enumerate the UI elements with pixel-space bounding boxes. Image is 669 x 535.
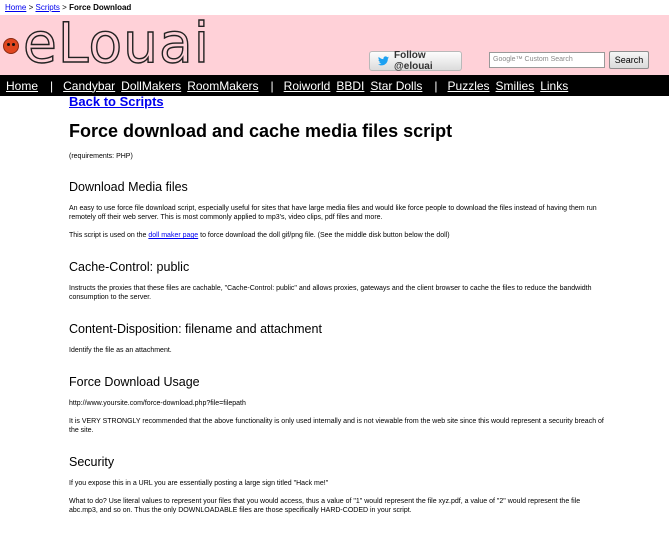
nav-separator: |: [50, 78, 54, 93]
page-title: Force download and cache media files scr…: [69, 121, 453, 141]
section-download-media: Download Media files An easy to use forc…: [69, 180, 605, 240]
section-paragraph: http://www.yoursite.com/force-download.p…: [69, 400, 246, 407]
nav-separator: |: [270, 78, 274, 93]
section-paragraph: An easy to use force file download scrip…: [69, 205, 597, 221]
nav-puzzles[interactable]: Puzzles: [448, 79, 490, 93]
section-paragraph: What to do? Use literal values to repres…: [69, 498, 581, 514]
section-security: Security If you expose this in a URL you…: [69, 455, 605, 515]
section-paragraph: This script is used on the doll maker pa…: [69, 231, 605, 240]
twitter-follow-button[interactable]: Follow @elouai: [369, 50, 462, 72]
main-content: Back to Scripts Force download and cache…: [69, 94, 605, 535]
section-heading: Security: [69, 455, 115, 469]
section-paragraph: Identify the file as an attachment.: [69, 347, 172, 354]
section-heading: Content-Disposition: filename and attach…: [69, 322, 322, 336]
nav-bbdi[interactable]: BBDI: [336, 79, 364, 93]
nav-dollmakers[interactable]: DollMakers: [121, 79, 181, 93]
logo-text: eLouai: [22, 11, 211, 75]
section-heading: Cache-Control: public: [69, 260, 190, 274]
nav-candybar[interactable]: Candybar: [63, 79, 115, 93]
nav-roiworld[interactable]: Roiworld: [284, 79, 331, 93]
smiley-face-icon: [3, 38, 19, 54]
site-header: eLouai Follow @elouai Google™ Custom Sea…: [0, 12, 669, 75]
search-input[interactable]: Google™ Custom Search: [489, 52, 605, 68]
doll-maker-page-link[interactable]: doll maker page: [148, 232, 198, 239]
nav-links[interactable]: Links: [540, 79, 568, 93]
nav-smilies[interactable]: Smilies: [496, 79, 535, 93]
follow-label: Follow @elouai: [394, 50, 433, 72]
nav-separator: |: [434, 78, 438, 93]
paragraph-text: This script is used on the: [69, 232, 149, 239]
section-heading: Force Download Usage: [69, 375, 200, 389]
twitter-bird-icon: [378, 56, 389, 66]
section-paragraph: If you expose this in a URL you are esse…: [69, 480, 329, 487]
back-to-scripts-link[interactable]: Back to Scripts: [69, 94, 605, 109]
search-button[interactable]: Search: [609, 51, 649, 69]
section-content-disposition: Content-Disposition: filename and attach…: [69, 322, 605, 355]
section-paragraph: It is VERY STRONGLY recommended that the…: [69, 418, 604, 434]
nav-roommakers[interactable]: RoomMakers: [187, 79, 258, 93]
section-cache-control: Cache-Control: public Instructs the prox…: [69, 260, 605, 302]
section-paragraph: Instructs the proxies that these files a…: [69, 285, 592, 301]
paragraph-text: to force download the doll gif/png file.…: [198, 232, 450, 239]
nav-home[interactable]: Home: [6, 79, 38, 93]
section-force-download-usage: Force Download Usage http://www.yoursite…: [69, 375, 605, 435]
nav-star-dolls[interactable]: Star Dolls: [370, 79, 422, 93]
main-nav: Home | Candybar DollMakers RoomMakers | …: [0, 75, 669, 96]
site-logo[interactable]: eLouai: [3, 11, 210, 75]
requirements-note: (requirements: PHP): [69, 153, 133, 160]
section-heading: Download Media files: [69, 180, 188, 194]
